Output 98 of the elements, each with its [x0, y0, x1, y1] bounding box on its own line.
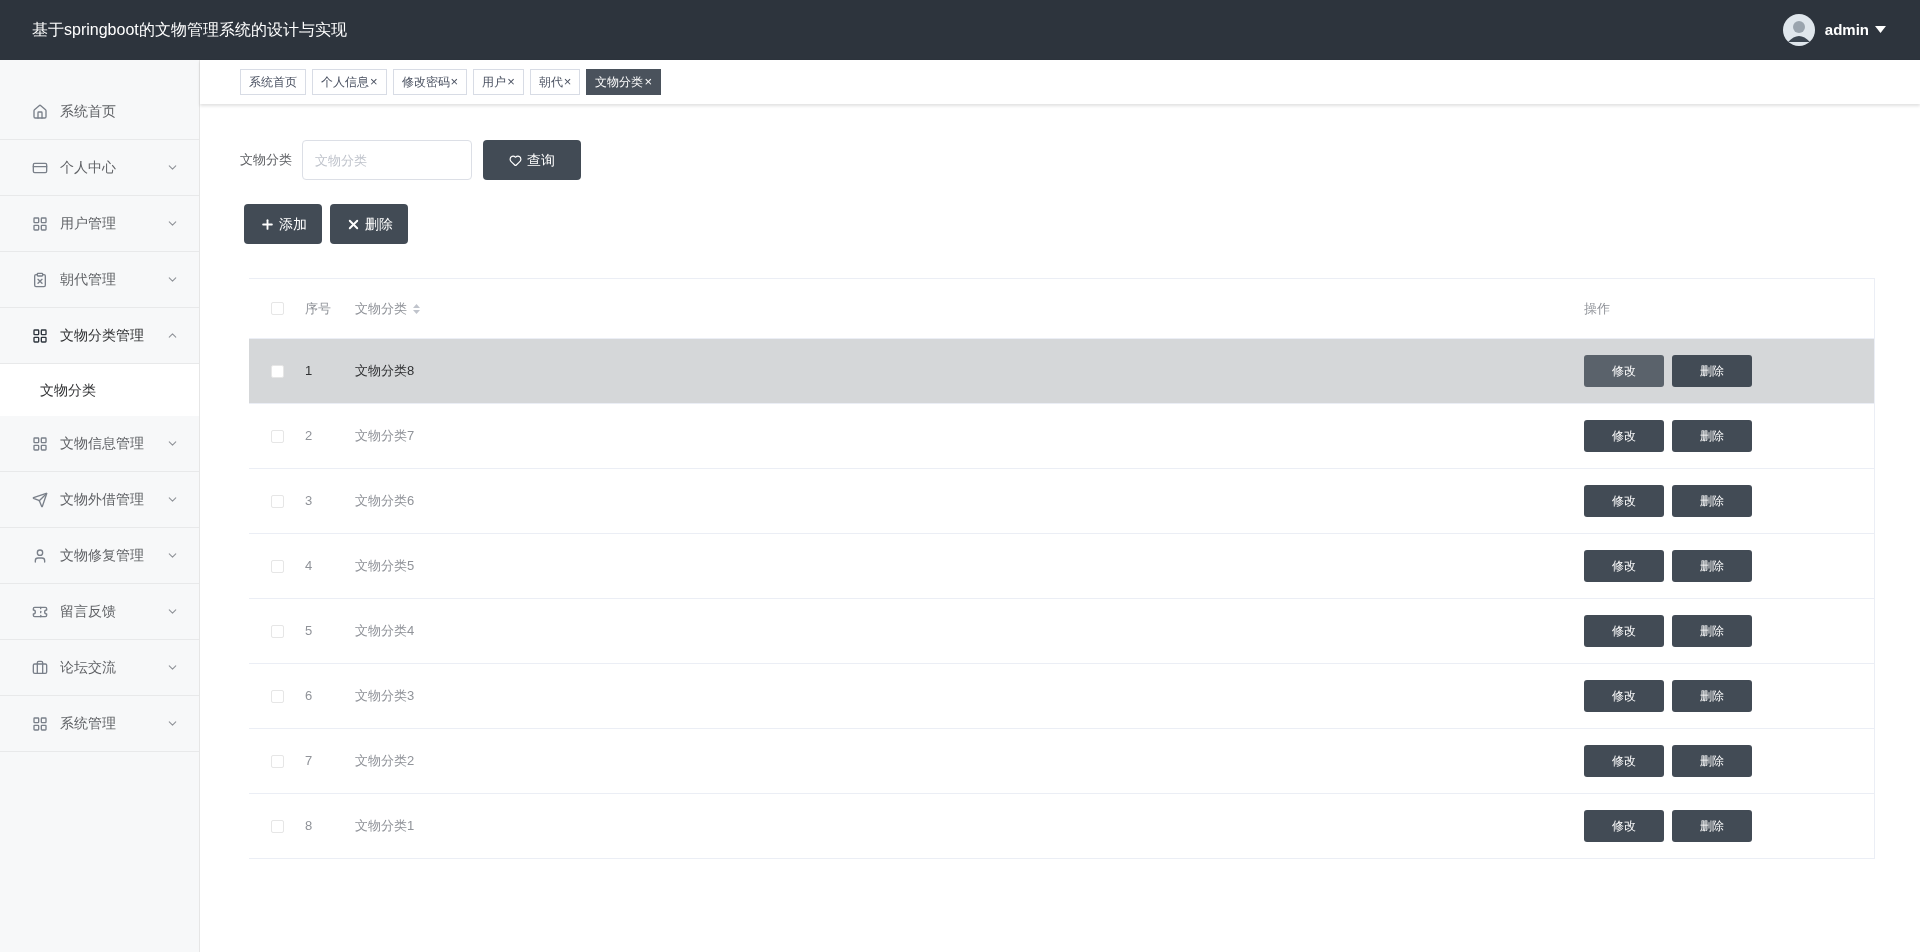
home-icon [32, 103, 48, 120]
sidebar-label: 系统管理 [60, 714, 117, 733]
person-icon [32, 547, 48, 564]
sort-icon[interactable] [413, 303, 420, 314]
clipboard-icon [32, 271, 48, 288]
close-icon[interactable]: × [370, 72, 378, 92]
close-icon[interactable]: × [563, 72, 572, 92]
grid-icon [32, 327, 48, 344]
page-tab[interactable]: 用户× [473, 69, 524, 95]
delete-button[interactable]: 删除 [330, 204, 408, 244]
delete-button[interactable]: 删除 [1672, 355, 1752, 387]
sidebar-item[interactable]: 文物修复管理 [0, 528, 199, 584]
grid-icon [32, 215, 48, 232]
sidebar-label: 文物分类管理 [60, 326, 145, 345]
row-checkbox[interactable] [270, 624, 284, 638]
table-cell-text: 文物分类8 [355, 362, 416, 381]
grid-icon [32, 435, 48, 452]
add-button[interactable]: 添加 [244, 204, 322, 244]
sidebar-label: 用户管理 [60, 214, 117, 233]
delete-button[interactable]: 删除 [1672, 615, 1752, 647]
sidebar-label: 文物外借管理 [60, 490, 145, 509]
table-cell-text: 7 [305, 752, 314, 771]
page-tab[interactable]: 个人信息× [312, 69, 387, 95]
sidebar-label: 留言反馈 [60, 602, 117, 621]
sidebar-item[interactable]: 文物外借管理 [0, 472, 199, 528]
row-checkbox[interactable] [270, 429, 284, 443]
sidebar-label: 文物信息管理 [60, 434, 145, 453]
table-cell-text: 5 [305, 622, 314, 641]
sidebar-label: 论坛交流 [60, 658, 117, 677]
column-header: 序号 [305, 299, 332, 318]
table-cell-text: 3 [305, 492, 314, 511]
edit-button[interactable]: 修改 [1584, 420, 1664, 452]
table-cell-text: 文物分类3 [355, 687, 416, 706]
edit-button[interactable]: 修改 [1584, 615, 1664, 647]
page-tab[interactable]: 修改密码× [392, 69, 468, 95]
table-cell-text: 1 [305, 362, 314, 381]
sidebar-label: 朝代管理 [60, 270, 117, 289]
delete-button[interactable]: 删除 [1672, 680, 1752, 712]
heart-icon [509, 153, 522, 167]
delete-button[interactable]: 删除 [1672, 485, 1752, 517]
sidebar-item[interactable]: 系统首页 [0, 84, 199, 140]
app-title: 基于springboot的文物管理系统的设计与实现 [32, 20, 347, 40]
page-tab[interactable]: 文物分类× [586, 69, 661, 95]
sidebar-item[interactable]: 文物信息管理 [0, 416, 199, 472]
paper-plane-icon [32, 491, 48, 508]
delete-button[interactable]: 删除 [1672, 745, 1752, 777]
table-cell-text: 4 [305, 557, 314, 576]
delete-button[interactable]: 删除 [1672, 810, 1752, 842]
row-checkbox[interactable] [270, 494, 284, 508]
table-cell-text: 文物分类7 [355, 427, 416, 446]
row-checkbox[interactable] [270, 689, 284, 703]
close-icon[interactable]: × [507, 72, 515, 92]
row-checkbox[interactable] [270, 364, 284, 378]
sidebar-label: 系统首页 [60, 102, 117, 121]
sidebar-item[interactable]: 个人中心 [0, 140, 199, 196]
sidebar-item[interactable]: 朝代管理 [0, 252, 199, 308]
plus-icon [259, 216, 275, 232]
table-cell-text: 文物分类4 [355, 622, 416, 641]
edit-button[interactable]: 修改 [1584, 355, 1664, 387]
sidebar-item[interactable]: 留言反馈 [0, 584, 199, 640]
briefcase-icon [32, 659, 48, 676]
table-cell-text: 2 [305, 427, 314, 446]
row-checkbox[interactable] [270, 559, 284, 573]
edit-button[interactable]: 修改 [1584, 485, 1664, 517]
delete-button[interactable]: 删除 [1672, 550, 1752, 582]
edit-button[interactable]: 修改 [1584, 550, 1664, 582]
column-header: 操作 [1584, 299, 1611, 318]
table-cell-text: 文物分类6 [355, 492, 416, 511]
sidebar-item[interactable]: 用户管理 [0, 196, 199, 252]
page-tab[interactable]: 系统首页 [240, 69, 306, 95]
sidebar-item[interactable]: 论坛交流 [0, 640, 199, 696]
close-icon[interactable]: × [450, 72, 459, 92]
sidebar-item[interactable]: 系统管理 [0, 696, 199, 752]
table-cell-text: 文物分类1 [355, 817, 416, 836]
table-cell-text: 文物分类5 [355, 557, 416, 576]
submenu-item[interactable]: 文物分类 [0, 364, 199, 416]
close-icon[interactable]: × [644, 72, 652, 92]
edit-button[interactable]: 修改 [1584, 680, 1664, 712]
table-cell-text: 6 [305, 687, 314, 706]
user-menu[interactable]: admin [1824, 18, 1886, 42]
table-cell-text: 8 [305, 817, 314, 836]
row-checkbox[interactable] [270, 754, 284, 768]
query-button[interactable]: 查询 [483, 140, 581, 180]
delete-button[interactable]: 删除 [1672, 420, 1752, 452]
sidebar-label: 文物修复管理 [60, 546, 145, 565]
caret-icon [1875, 26, 1886, 34]
search-label: 文物分类 [240, 151, 292, 170]
search-field[interactable]: 文物分类 [302, 140, 472, 180]
avatar [1782, 14, 1815, 46]
grid-icon [32, 715, 48, 732]
table-cell-text: 文物分类2 [355, 752, 416, 771]
edit-button[interactable]: 修改 [1584, 810, 1664, 842]
row-checkbox[interactable] [270, 302, 284, 315]
row-checkbox[interactable] [270, 819, 284, 833]
edit-button[interactable]: 修改 [1584, 745, 1664, 777]
page-tab[interactable]: 朝代× [529, 69, 581, 95]
sidebar-label: 个人中心 [60, 158, 117, 177]
table-row[interactable]: 1 文物分类8 修改 删除 [249, 339, 1874, 404]
